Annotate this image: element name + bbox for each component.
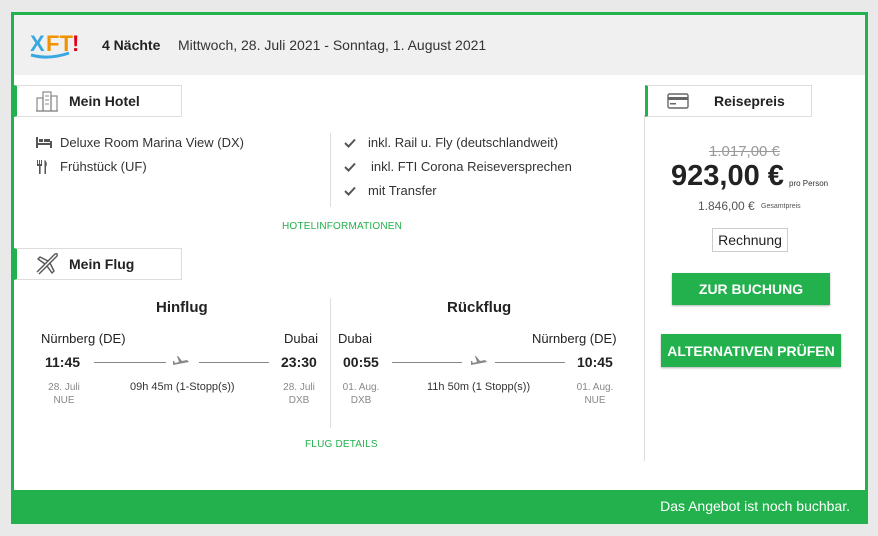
return-arr-date: 01. Aug.: [576, 382, 614, 393]
offer-status-bar: Das Angebot ist noch buchbar.: [14, 490, 865, 521]
hotel-feature: inkl. FTI Corona Reiseversprechen: [344, 159, 572, 174]
board-type: Frühstück (UF): [60, 159, 147, 174]
check-icon: [344, 184, 362, 198]
invoice-button[interactable]: Rechnung: [712, 228, 788, 252]
airplane-icon: [471, 356, 487, 365]
room-type: Deluxe Room Marina View (DX): [60, 135, 244, 150]
cutlery-icon: [36, 159, 54, 174]
outbound-route-line: [94, 362, 166, 363]
check-icon: [344, 160, 362, 174]
outbound-dep-code: NUE: [53, 395, 75, 406]
section-tab-flight: Mein Flug: [14, 248, 182, 280]
return-dep-code: DXB: [350, 395, 372, 406]
outbound-duration: 09h 45m (1-Stopp(s)): [130, 381, 235, 393]
book-button[interactable]: ZUR BUCHUNG: [672, 273, 830, 305]
return-to-city: Nürnberg (DE): [532, 331, 617, 346]
outbound-to-city: Dubai: [284, 331, 318, 346]
section-tab-hotel: Mein Hotel: [14, 85, 182, 117]
return-arr-time: 10:45: [577, 354, 613, 370]
section-tab-price: Reisepreis: [645, 85, 812, 117]
feature-label: inkl. Rail u. Fly (deutschlandweit): [368, 135, 559, 150]
bed-icon: [36, 136, 54, 150]
offer-header: X FT ! 4 Nächte Mittwoch, 28. Juli 2021 …: [14, 15, 865, 75]
outbound-arr-code: DXB: [288, 395, 310, 406]
flight-divider: [330, 298, 331, 428]
room-info: Deluxe Room Marina View (DX): [36, 135, 244, 150]
outbound-arr-time: 23:30: [281, 354, 317, 370]
svg-text:!: !: [72, 31, 79, 56]
hotel-info-link[interactable]: HOTELINFORMATIONEN: [282, 221, 402, 232]
hotel-building-icon: [33, 87, 61, 115]
total-price-label: Gesamtpreis: [761, 203, 801, 210]
hotel-feature: inkl. Rail u. Fly (deutschlandweit): [344, 135, 558, 150]
return-dep-date: 01. Aug.: [342, 382, 380, 393]
old-price: 1.017,00 €: [709, 143, 780, 160]
price-divider: [644, 115, 645, 461]
hotel-divider: [330, 133, 331, 207]
outbound-dep-time: 11:45: [45, 354, 81, 370]
outbound-from-city: Nürnberg (DE): [41, 331, 126, 346]
offer-status-text: Das Angebot ist noch buchbar.: [660, 498, 850, 514]
outbound-arr-date: 28. Juli: [283, 382, 315, 393]
offer-card: X FT ! 4 Nächte Mittwoch, 28. Juli 2021 …: [11, 12, 868, 524]
feature-label: inkl. FTI Corona Reiseversprechen: [371, 159, 572, 174]
credit-card-icon: [664, 87, 692, 115]
return-duration: 11h 50m (1 Stopp(s)): [427, 381, 531, 393]
nights-count: 4 Nächte: [102, 37, 161, 53]
total-price: 1.846,00 €: [698, 199, 755, 213]
xfti-logo: X FT !: [30, 31, 79, 59]
flight-tab-label: Mein Flug: [69, 256, 135, 272]
airplane-icon: [33, 250, 61, 278]
check-alternatives-button[interactable]: ALTERNATIVEN PRÜFEN: [661, 334, 841, 367]
hotel-tab-label: Mein Hotel: [69, 93, 140, 109]
check-icon: [344, 136, 362, 150]
price-tab-label: Reisepreis: [714, 93, 785, 109]
travel-dates: Mittwoch, 28. Juli 2021 - Sonntag, 1. Au…: [178, 37, 487, 53]
return-title: Rückflug: [447, 299, 512, 316]
feature-label: mit Transfer: [368, 183, 437, 198]
svg-text:X: X: [30, 31, 45, 56]
hotel-feature: mit Transfer: [344, 183, 437, 198]
outbound-route-line: [199, 362, 269, 363]
flight-details-link[interactable]: FLUG DETAILS: [305, 439, 378, 450]
return-dep-time: 00:55: [343, 354, 379, 370]
return-route-line: [495, 362, 565, 363]
price-per-person: 923,00 €: [671, 160, 784, 192]
per-person-label: pro Person: [789, 179, 829, 188]
board-info: Frühstück (UF): [36, 159, 147, 174]
return-arr-code: NUE: [584, 395, 606, 406]
outbound-dep-date: 28. Juli: [48, 382, 80, 393]
return-from-city: Dubai: [338, 331, 372, 346]
return-route-line: [392, 362, 462, 363]
svg-text:FT: FT: [46, 31, 73, 56]
outbound-title: Hinflug: [156, 299, 208, 316]
airplane-icon: [173, 356, 189, 365]
